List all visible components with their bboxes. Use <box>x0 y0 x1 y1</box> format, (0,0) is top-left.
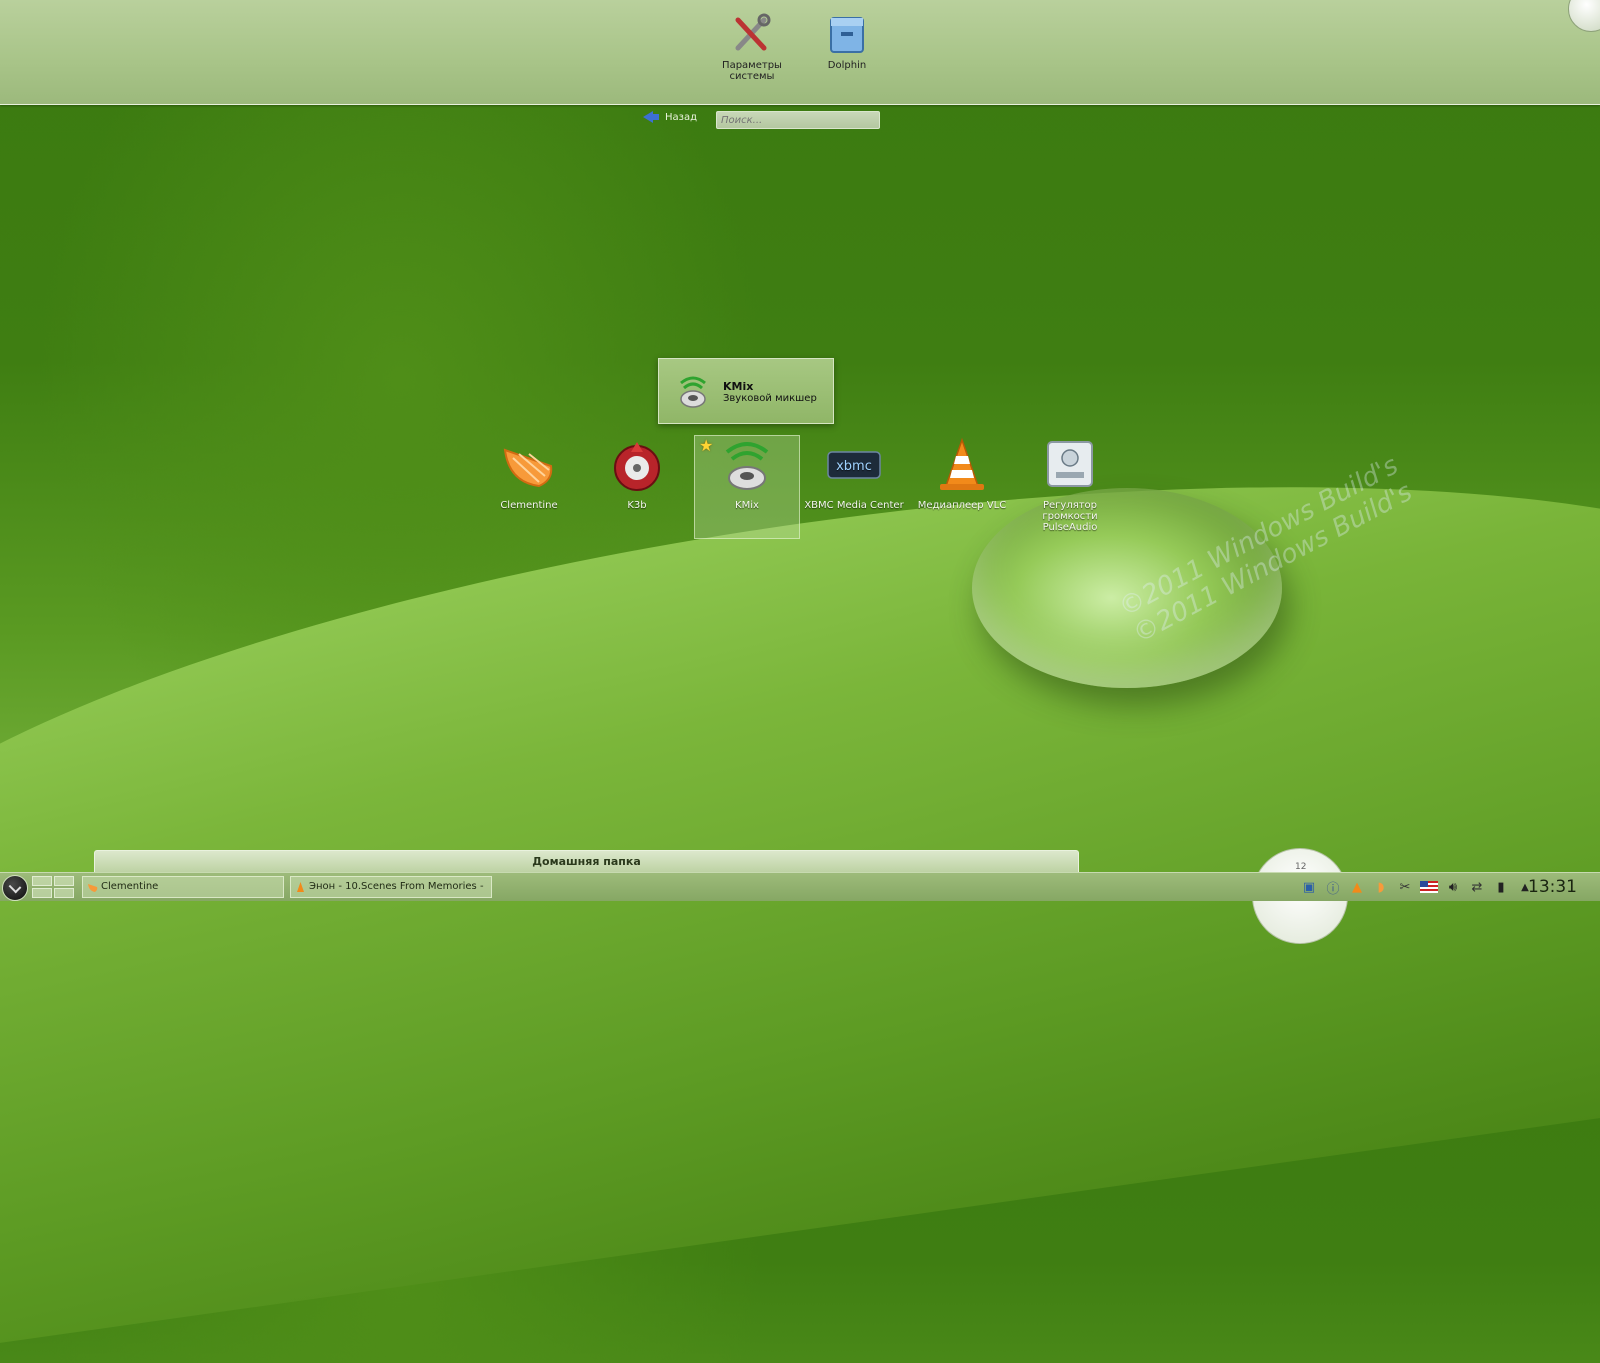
pager-desktop-2[interactable] <box>54 876 74 886</box>
back-arrow-icon <box>643 111 659 123</box>
desktop-toolbox-button[interactable] <box>1568 0 1600 32</box>
scissors-icon[interactable]: ✂ <box>1396 878 1414 896</box>
pager-desktop-1[interactable] <box>32 876 52 886</box>
k3b-icon <box>607 436 667 496</box>
vlc-icon <box>295 881 306 892</box>
app-vlc[interactable]: Медиаплеер VLC <box>910 436 1014 511</box>
system-tray: ▣ ⓘ ▲ ◗ ✂ 🔊︎ ⇄ ▮ ▲ <box>1300 877 1534 897</box>
tools-icon <box>730 12 774 56</box>
xbmc-icon: xbmc <box>824 436 884 496</box>
network-icon[interactable]: ⇄ <box>1468 878 1486 896</box>
vlc-tray-icon[interactable]: ▲ <box>1348 878 1366 896</box>
volume-icon[interactable]: 🔊︎ <box>1444 878 1462 896</box>
taskbar: Clementine Энон - 10.Scenes From Memorie… <box>0 872 1600 901</box>
kmix-icon <box>673 371 713 411</box>
app-k3b[interactable]: K3b <box>585 436 689 511</box>
favorite-dolphin[interactable]: Dolphin <box>807 12 887 71</box>
pulseaudio-icon <box>1040 436 1100 496</box>
svg-text:xbmc: xbmc <box>836 459 872 474</box>
clementine-icon <box>87 881 98 892</box>
app-pulseaudio-volume[interactable]: Регулятор громкости PulseAudio <box>1018 436 1122 533</box>
app-kmix[interactable]: ★ KMix <box>694 435 800 539</box>
favorites-panel: Параметры системы Dolphin <box>0 0 1600 105</box>
clementine-tray-icon[interactable]: ◗ <box>1372 878 1390 896</box>
file-manager-icon <box>825 12 869 56</box>
battery-icon[interactable]: ▮ <box>1492 878 1510 896</box>
app-tooltip: KMix Звуковой микшер <box>658 358 834 424</box>
pager-desktop-3[interactable] <box>32 888 52 898</box>
search-input[interactable] <box>716 111 880 129</box>
pager-desktop-4[interactable] <box>54 888 74 898</box>
taskbar-clock[interactable]: 13:31 <box>1528 877 1577 897</box>
clementine-icon <box>499 436 559 496</box>
favorite-system-settings[interactable]: Параметры системы <box>712 12 792 82</box>
favorite-star-icon[interactable]: ★ <box>699 438 713 454</box>
task-clementine[interactable]: Clementine <box>82 876 284 898</box>
vlc-icon <box>932 436 992 496</box>
app-xbmc[interactable]: xbmc XBMC Media Center <box>802 436 906 511</box>
display-icon[interactable]: ▣ <box>1300 878 1318 896</box>
home-folder-tab[interactable]: Домашняя папка <box>94 850 1079 873</box>
info-icon[interactable]: ⓘ <box>1324 878 1342 897</box>
desktop-pager[interactable] <box>32 876 74 898</box>
kmix-icon <box>717 436 777 496</box>
task-vlc[interactable]: Энон - 10.Scenes From Memories - <box>290 876 492 898</box>
application-launcher-button[interactable] <box>2 875 28 901</box>
app-clementine[interactable]: Clementine <box>477 436 581 511</box>
back-button[interactable]: Назад <box>643 111 697 123</box>
keyboard-layout-flag-icon[interactable] <box>1420 878 1438 896</box>
